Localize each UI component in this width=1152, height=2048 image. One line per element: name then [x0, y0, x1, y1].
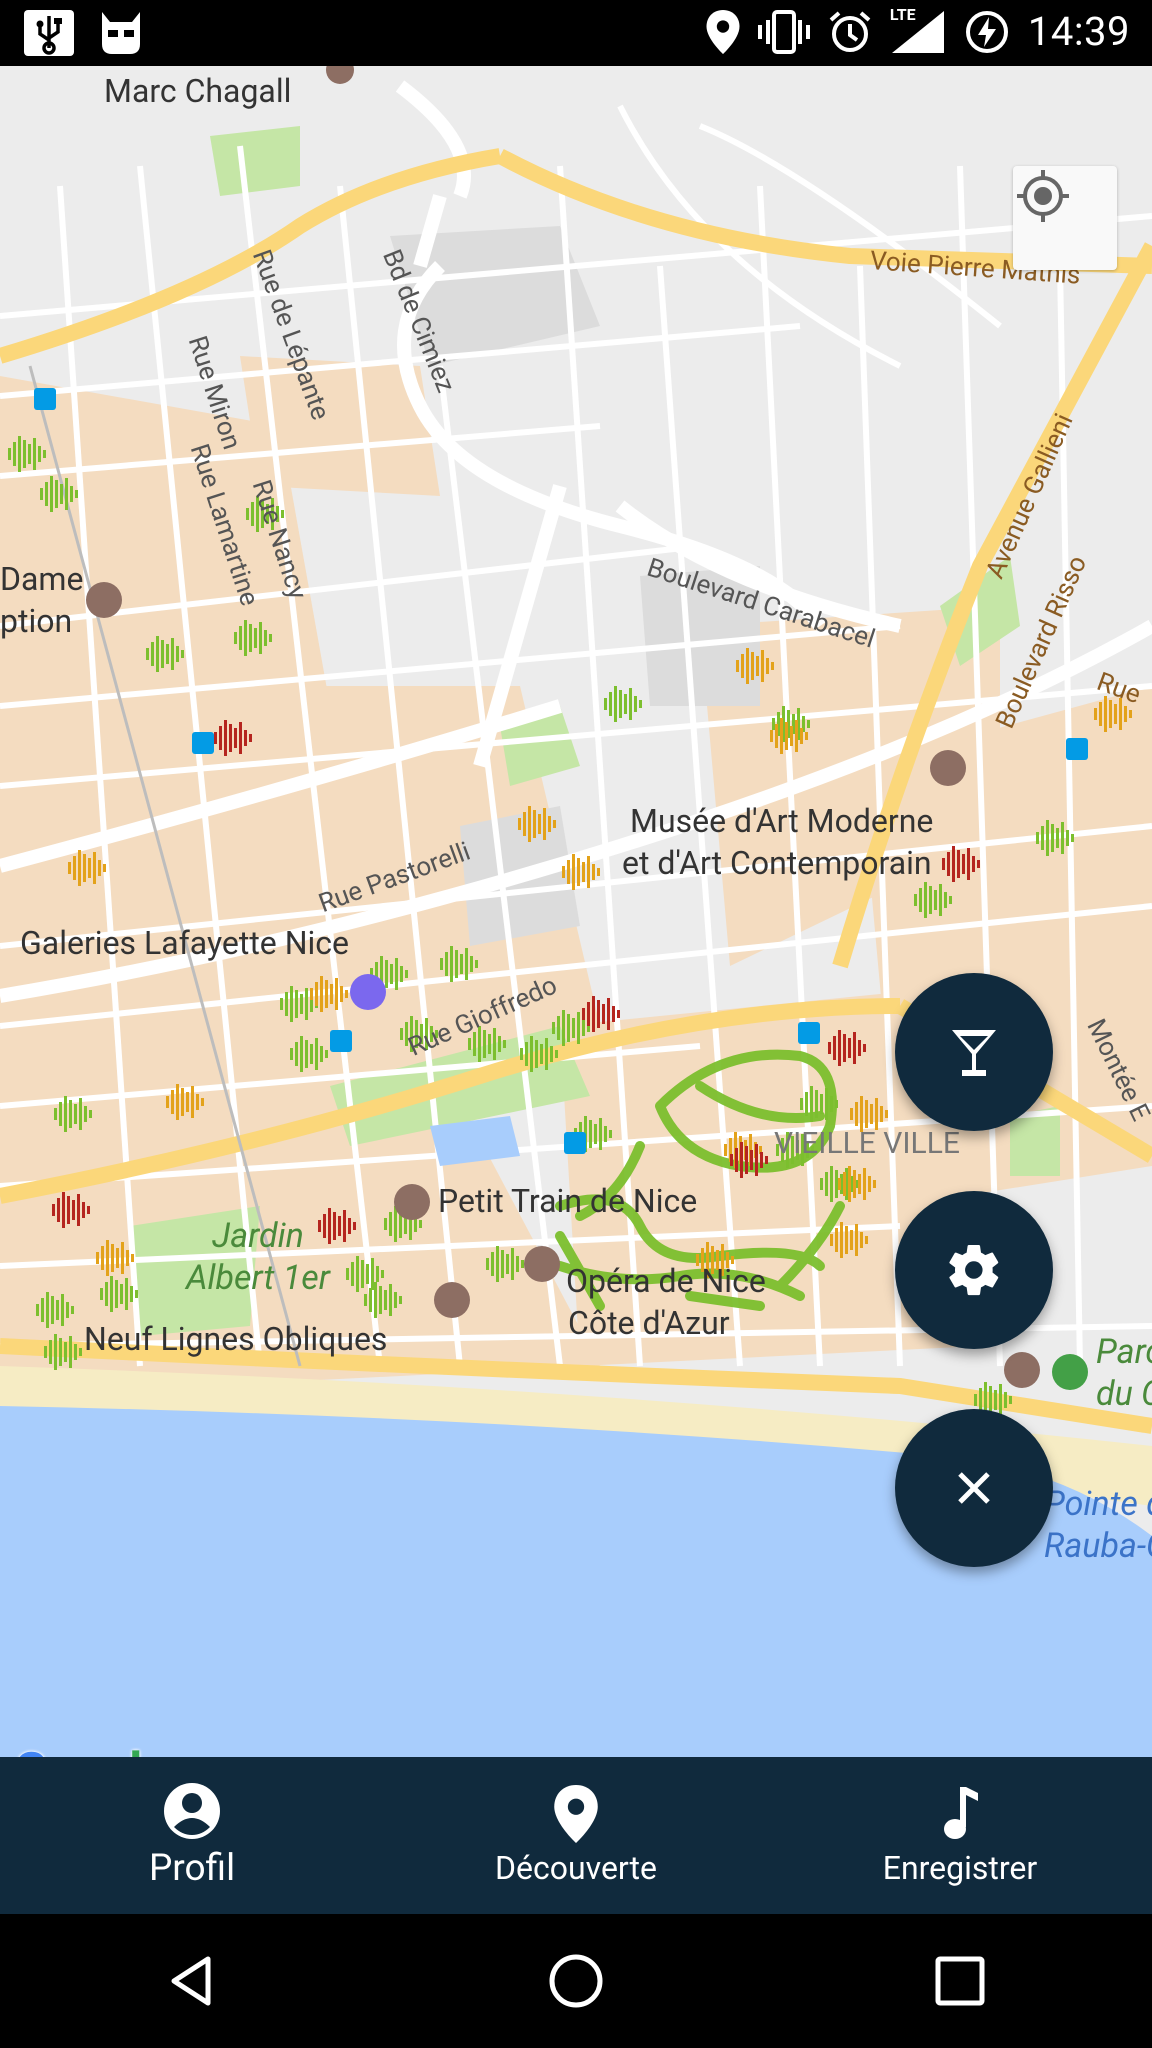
android-debug-icon: [102, 12, 140, 54]
drink-fab-button[interactable]: [895, 973, 1053, 1131]
google-logo: Google: [14, 1743, 168, 1757]
recents-icon[interactable]: [930, 1951, 990, 2011]
nav-item-decouverte[interactable]: Découverte: [384, 1757, 768, 1914]
location-icon: [706, 9, 740, 54]
gear-icon: [949, 1244, 999, 1296]
cocktail-icon: [952, 1030, 996, 1076]
map-label-parc-1: Parc: [1096, 1332, 1152, 1372]
network-type: LTE: [889, 4, 916, 24]
status-time: 14:39: [1027, 8, 1130, 55]
map-label-opera-1: Opéra de Nice: [566, 1262, 766, 1300]
battery-charging-icon: [965, 10, 1008, 53]
map-label-opera-2: Côte d'Azur: [568, 1304, 730, 1342]
nav-label-decouverte: Découverte: [495, 1848, 657, 1887]
music-note-icon: [944, 1786, 978, 1839]
map-label-neuf-lignes: Neuf Lignes Obliques: [84, 1320, 388, 1358]
map-label-musee-1: Musée d'Art Moderne: [630, 802, 934, 840]
settings-fab-button[interactable]: [895, 1191, 1053, 1349]
close-fab-button[interactable]: [895, 1409, 1053, 1567]
map-marker-icon: [554, 1784, 598, 1843]
system-navigation-bar: [0, 1914, 1152, 2048]
back-icon[interactable]: [162, 1951, 222, 2011]
map-label-ption: ption: [0, 602, 73, 640]
home-icon[interactable]: [546, 1951, 606, 2011]
bottom-navigation: Profil Découverte Enregistrer: [0, 1757, 1152, 1914]
my-location-button[interactable]: [1013, 166, 1117, 270]
nav-label-profil: Profil: [148, 1847, 236, 1890]
alarm-icon: [829, 10, 871, 52]
status-bar: LTE 14:39: [0, 0, 1152, 66]
map-label-pointe-1: Pointe d: [1044, 1484, 1152, 1524]
map-label-marc-chagall: Marc Chagall: [104, 72, 292, 110]
close-icon: [958, 1472, 990, 1504]
crosshair-icon: [1017, 170, 1069, 222]
nav-label-enregistrer: Enregistrer: [882, 1848, 1038, 1887]
map-label-dame: Dame: [0, 560, 84, 598]
map-label-jardin-2: Albert 1er: [186, 1258, 330, 1298]
map-label-musee-2: et d'Art Contemporain: [622, 844, 932, 882]
map-label-parc-2: du C: [1096, 1374, 1152, 1414]
map-label-petit-train: Petit Train de Nice: [438, 1182, 698, 1220]
nav-item-enregistrer[interactable]: Enregistrer: [768, 1757, 1152, 1914]
map-label-pointe-2: Rauba-Cap: [1044, 1526, 1152, 1566]
vibrate-icon: [757, 9, 810, 54]
account-circle-icon: [164, 1783, 220, 1839]
usb-icon: [24, 10, 74, 56]
map-label-jardin-1: Jardin: [212, 1216, 304, 1256]
map-label-vieille-ville: VIEILLE VILLE: [774, 1126, 960, 1161]
nav-item-profil[interactable]: Profil: [0, 1757, 384, 1914]
signal-icon: LTE: [890, 5, 946, 55]
map-label-galeries-lafayette: Galeries Lafayette Nice: [20, 924, 350, 962]
